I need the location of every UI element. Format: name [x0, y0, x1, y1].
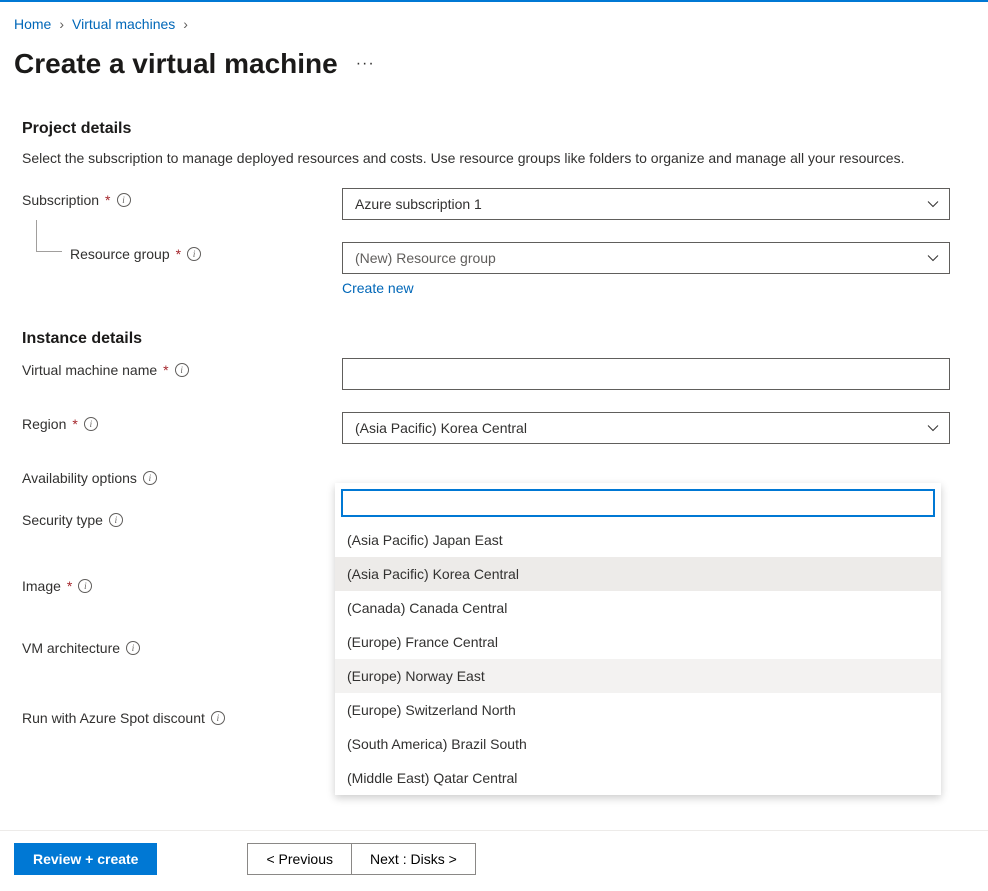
chevron-down-icon — [927, 254, 939, 262]
subscription-dropdown[interactable]: Azure subscription 1 — [342, 188, 950, 220]
breadcrumb-home[interactable]: Home — [14, 16, 51, 32]
region-option[interactable]: (Europe) France Central — [335, 625, 941, 659]
page-title: Create a virtual machine — [14, 48, 338, 80]
info-icon[interactable]: i — [78, 579, 92, 593]
breadcrumb-virtual-machines[interactable]: Virtual machines — [72, 16, 175, 32]
region-options-list[interactable]: (Asia Pacific) Japan East(Asia Pacific) … — [335, 523, 941, 795]
info-icon[interactable]: i — [175, 363, 189, 377]
chevron-down-icon — [927, 424, 939, 432]
more-actions-icon[interactable]: ··· — [356, 55, 375, 73]
region-option[interactable]: (Europe) Switzerland North — [335, 693, 941, 727]
region-search-input[interactable] — [341, 489, 935, 517]
availability-options-label: Availability options — [22, 470, 137, 486]
info-icon[interactable]: i — [84, 417, 98, 431]
region-dropdown-flyout: (Asia Pacific) Japan East(Asia Pacific) … — [335, 483, 941, 795]
info-icon[interactable]: i — [126, 641, 140, 655]
region-value: (Asia Pacific) Korea Central — [355, 420, 527, 436]
region-option[interactable]: (Asia Pacific) Korea Central — [335, 557, 941, 591]
info-icon[interactable]: i — [211, 711, 225, 725]
resource-group-dropdown[interactable]: (New) Resource group — [342, 242, 950, 274]
project-details-description: Select the subscription to manage deploy… — [22, 148, 952, 168]
chevron-down-icon — [927, 200, 939, 208]
required-indicator: * — [105, 192, 110, 208]
security-type-label: Security type — [22, 512, 103, 528]
next-button[interactable]: Next : Disks > — [351, 843, 476, 875]
region-option[interactable]: (Europe) Norway East — [335, 659, 941, 693]
create-new-resource-group-link[interactable]: Create new — [342, 280, 414, 296]
required-indicator: * — [72, 416, 77, 432]
region-option[interactable]: (South America) Brazil South — [335, 727, 941, 761]
vm-architecture-label: VM architecture — [22, 640, 120, 656]
region-option[interactable]: (Asia Pacific) Japan East — [335, 523, 941, 557]
resource-group-label: Resource group — [70, 246, 170, 262]
image-label: Image — [22, 578, 61, 594]
chevron-right-icon: › — [59, 16, 64, 32]
region-option[interactable]: (Canada) Canada Central — [335, 591, 941, 625]
region-dropdown[interactable]: (Asia Pacific) Korea Central — [342, 412, 950, 444]
info-icon[interactable]: i — [109, 513, 123, 527]
spot-discount-label: Run with Azure Spot discount — [22, 710, 205, 726]
required-indicator: * — [67, 578, 72, 594]
region-label: Region — [22, 416, 66, 432]
chevron-right-icon: › — [183, 16, 188, 32]
info-icon[interactable]: i — [187, 247, 201, 261]
review-create-button[interactable]: Review + create — [14, 843, 157, 875]
vm-name-label: Virtual machine name — [22, 362, 157, 378]
required-indicator: * — [176, 246, 181, 262]
instance-details-heading: Instance details — [22, 330, 964, 348]
info-icon[interactable]: i — [143, 471, 157, 485]
previous-button[interactable]: < Previous — [247, 843, 351, 875]
subscription-value: Azure subscription 1 — [355, 196, 482, 212]
vm-name-input[interactable] — [342, 358, 950, 390]
wizard-footer: Review + create < Previous Next : Disks … — [0, 830, 988, 887]
subscription-label: Subscription — [22, 192, 99, 208]
required-indicator: * — [163, 362, 168, 378]
breadcrumb: Home › Virtual machines › — [14, 16, 964, 32]
project-details-heading: Project details — [22, 120, 964, 138]
indent-connector — [36, 220, 62, 252]
region-option[interactable]: (Middle East) Qatar Central — [335, 761, 941, 795]
info-icon[interactable]: i — [117, 193, 131, 207]
resource-group-value: (New) Resource group — [355, 250, 496, 266]
